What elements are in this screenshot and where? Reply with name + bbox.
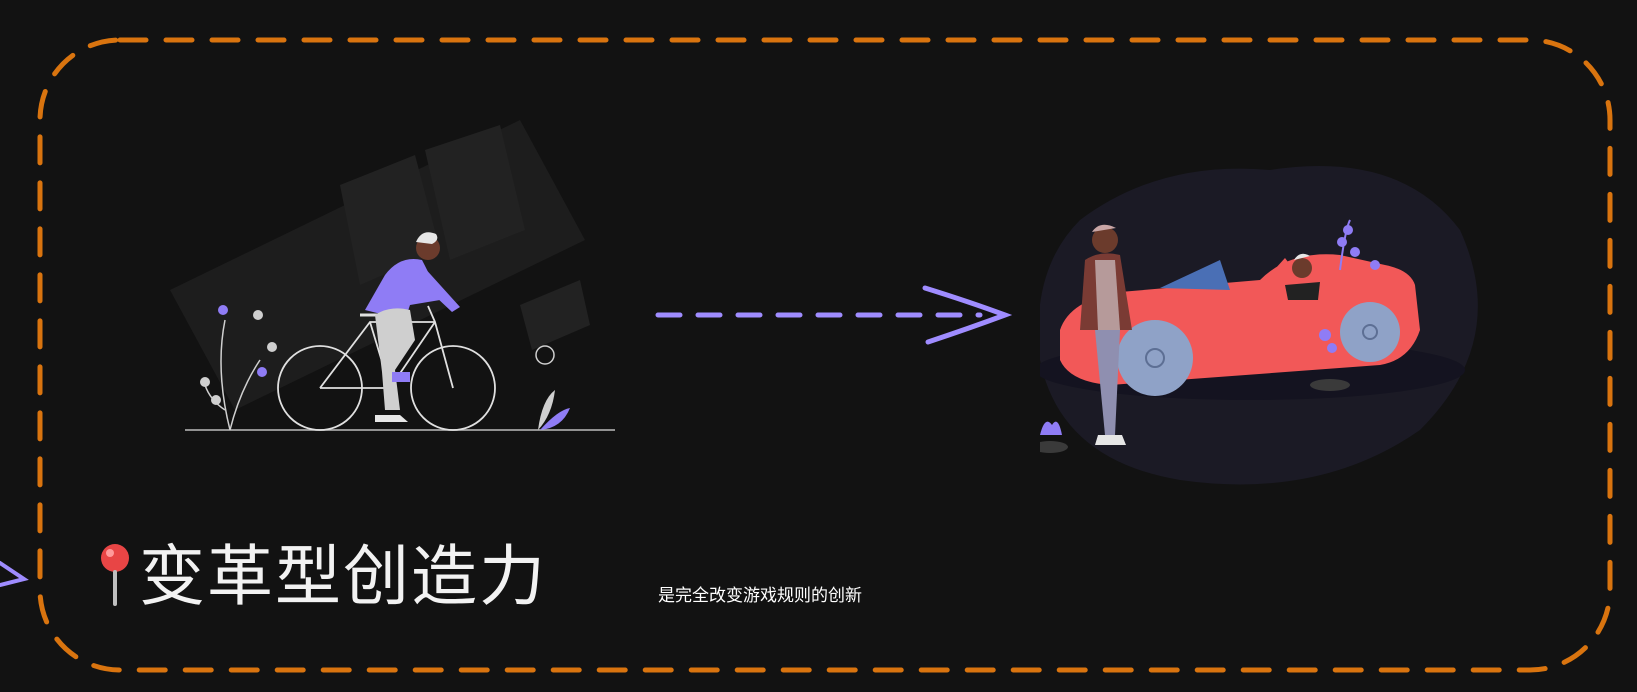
people-with-red-convertible-illustration — [1040, 166, 1478, 485]
title-row: 变革型创造力 — [95, 537, 547, 617]
partial-arrow-icon — [0, 561, 29, 587]
slide: 变革型创造力 是完全改变游戏规则的创新 — [0, 0, 1637, 692]
subtitle: 是完全改变游戏规则的创新 — [658, 586, 862, 606]
dashed-right-arrow-icon — [655, 285, 1013, 345]
map-pin-icon — [101, 544, 129, 606]
person-on-bicycle-illustration — [170, 120, 615, 431]
page-title: 变革型创造力 — [139, 538, 547, 615]
